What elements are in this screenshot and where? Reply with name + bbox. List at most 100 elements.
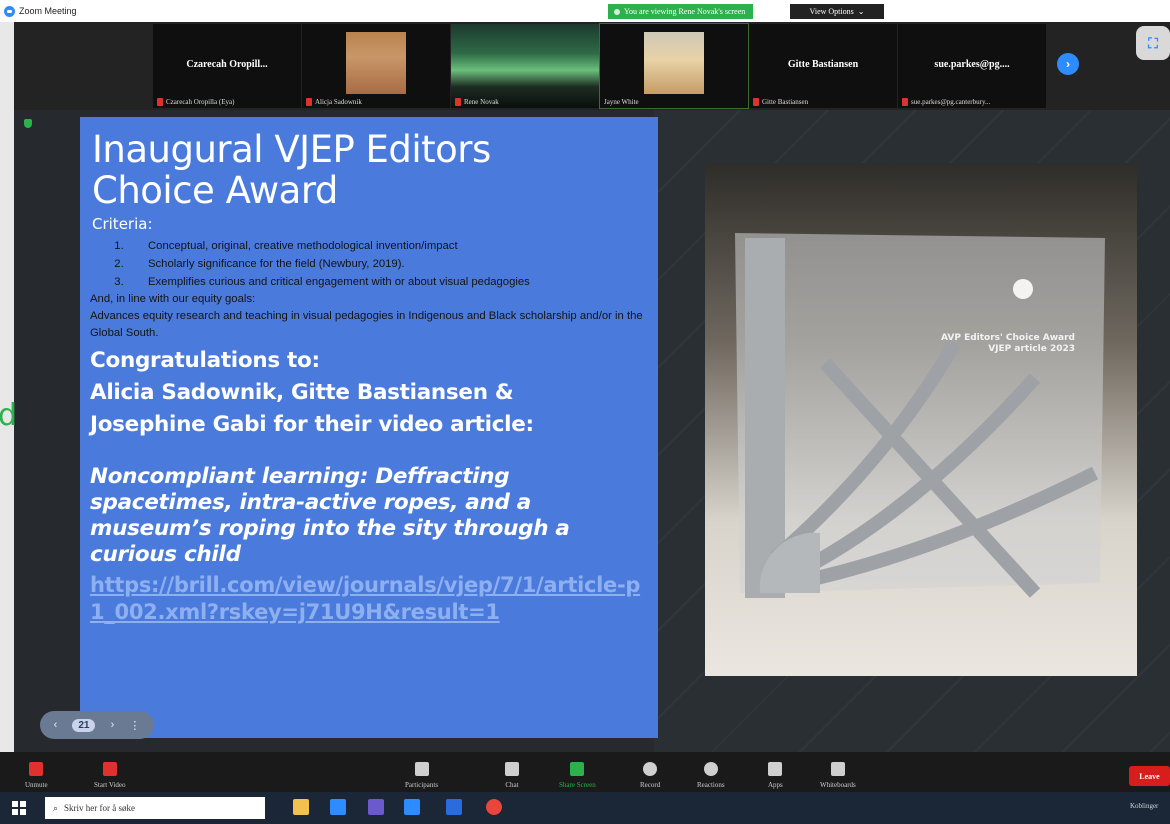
viewing-screen-text: You are viewing Rene Novak's screen <box>624 7 746 16</box>
unmute-label: Unmute <box>25 781 48 789</box>
teams-icon[interactable] <box>368 799 384 815</box>
participant-video <box>346 32 406 94</box>
partial-glyph: d <box>0 398 18 433</box>
muted-mic-icon <box>29 762 44 776</box>
file-explorer-icon[interactable] <box>293 799 309 815</box>
congrats-line: Congratulations to: <box>90 348 320 373</box>
participant-tile[interactable]: Alicja Sadownik <box>302 24 450 108</box>
share-screen-button[interactable]: Share Screen <box>559 752 596 792</box>
trophy-photo <box>705 163 1137 676</box>
whiteboard-icon <box>830 762 845 776</box>
participant-tile-active-speaker[interactable]: Jayne White <box>599 23 749 109</box>
apps-button[interactable]: Apps <box>768 752 783 792</box>
criteria-list: 1. Conceptual, original, creative methodo… <box>90 237 648 291</box>
start-video-label: Start Video <box>94 781 126 789</box>
muted-mic-icon <box>902 98 908 106</box>
participant-caption: Jayne White <box>604 98 639 106</box>
participant-strip: Czarecah Oropill... Czarecah Oropilla (E… <box>153 23 1047 109</box>
participant-tile[interactable]: Rene Novak <box>451 24 599 108</box>
participants-icon <box>414 762 429 776</box>
zoom-logo-icon <box>4 5 15 17</box>
equity-intro: And, in line with our equity goals: <box>90 293 256 305</box>
taskbar-location: Koblinger <box>1130 802 1159 810</box>
reactions-label: Reactions <box>697 781 725 789</box>
view-options-label: View Options <box>809 7 854 16</box>
next-slide-icon[interactable]: › <box>111 719 115 731</box>
word-icon[interactable] <box>446 799 462 815</box>
view-options-button[interactable]: View Options ⌄ <box>790 4 884 19</box>
slide-title-line1: Inaugural VJEP Editors <box>92 128 491 171</box>
participant-name: sue.parkes@pg.... <box>934 59 1010 70</box>
leave-button[interactable]: Leave <box>1129 766 1170 786</box>
zoom-window: Zoom Meeting You are viewing Rene Novak'… <box>0 0 1170 824</box>
page-number: 21 <box>72 718 96 732</box>
search-icon: ⌕ <box>53 802 59 813</box>
participant-tile[interactable]: Czarecah Oropill... Czarecah Oropilla (E… <box>153 24 301 108</box>
chevron-down-icon: ⌄ <box>853 7 865 16</box>
search-placeholder: Skriv her for å søke <box>64 803 136 813</box>
whiteboards-label: Whiteboards <box>820 781 856 789</box>
muted-mic-icon <box>753 98 759 106</box>
reactions-icon <box>703 762 718 776</box>
unmute-button[interactable]: Unmute <box>25 752 48 792</box>
slide-title-line2: Choice Award <box>92 169 338 212</box>
video-off-icon <box>102 762 117 776</box>
slide-pager: ‹ 21 › ⋮ <box>40 711 154 739</box>
chat-icon <box>505 762 519 776</box>
participant-name: Czarecah Oropill... <box>186 59 268 70</box>
participant-tile[interactable]: Gitte Bastiansen Gitte Bastiansen <box>749 24 897 108</box>
participant-name: Gitte Bastiansen <box>787 59 859 70</box>
start-video-button[interactable]: Start Video <box>94 752 126 792</box>
list-item: 3. Exemplifies curious and critical engag… <box>114 276 530 288</box>
trophy-illustration <box>705 163 1137 676</box>
meeting-controls: Unmute Start Video Participants Chat Sha… <box>0 752 1170 792</box>
criteria-heading: Criteria: <box>92 215 153 233</box>
window-title: Zoom Meeting <box>19 6 77 16</box>
participant-caption: Rene Novak <box>464 98 499 106</box>
list-item: 1. Conceptual, original, creative methodo… <box>114 240 458 252</box>
participants-button[interactable]: Participants <box>405 752 438 792</box>
participant-caption: Alicja Sadownik <box>315 98 362 106</box>
chat-label: Chat <box>505 781 519 789</box>
viewing-screen-banner: You are viewing Rene Novak's screen <box>608 4 754 19</box>
screen-share-icon <box>614 8 620 15</box>
record-button[interactable]: Record <box>640 752 660 792</box>
zoom-taskbar-icon[interactable] <box>404 799 420 815</box>
apps-label: Apps <box>768 781 783 789</box>
whiteboards-button[interactable]: Whiteboards <box>820 752 856 792</box>
trophy-inscription: AVP Editors' Choice Award VJEP article 2… <box>941 333 1075 354</box>
participant-caption: Gitte Bastiansen <box>762 98 809 106</box>
congrats-authors: Alicia Sadownik, Gitte Bastiansen & <box>90 380 514 405</box>
chat-button[interactable]: Chat <box>505 752 519 792</box>
participants-label: Participants <box>405 781 439 789</box>
participant-video <box>644 32 704 94</box>
muted-mic-icon <box>306 98 312 106</box>
list-item: 2. Scholarly significance for the field (… <box>114 258 405 270</box>
mail-icon[interactable] <box>330 799 346 815</box>
apps-icon <box>768 762 783 776</box>
article-link[interactable]: https://brill.com/view/journals/vjep/7/1… <box>90 572 648 626</box>
title-bar: Zoom Meeting <box>0 0 1170 22</box>
encryption-shield-icon <box>24 119 32 128</box>
participant-caption: Czarecah Oropilla (Eya) <box>166 98 235 106</box>
taskbar-search-field[interactable]: ⌕ Skriv her for å søke <box>45 797 265 819</box>
share-screen-icon <box>570 762 585 776</box>
participant-tile[interactable]: sue.parkes@pg.... sue.parkes@pg.canterbu… <box>898 24 1046 108</box>
participant-caption: sue.parkes@pg.canterbury... <box>911 98 991 106</box>
more-options-icon[interactable]: ⋮ <box>129 719 140 732</box>
left-edge-band <box>0 22 14 752</box>
article-title: Noncompliant learning: Deffracting space… <box>90 464 570 567</box>
congrats-article: Josephine Gabi for their video article: <box>90 412 534 437</box>
muted-mic-icon <box>157 98 163 106</box>
reactions-button[interactable]: Reactions <box>697 752 725 792</box>
record-icon <box>643 762 658 776</box>
next-page-arrow-icon[interactable]: › <box>1057 53 1079 75</box>
previous-slide-icon[interactable]: ‹ <box>54 719 58 731</box>
record-label: Record <box>640 781 661 789</box>
chrome-icon[interactable] <box>486 799 502 815</box>
windows-start-icon[interactable] <box>12 801 26 815</box>
presentation-slide: Inaugural VJEP Editors Choice Award Crit… <box>80 117 658 738</box>
muted-mic-icon <box>455 98 461 106</box>
fullscreen-icon[interactable]: ⛶ <box>1136 26 1170 60</box>
participant-video <box>451 24 599 108</box>
